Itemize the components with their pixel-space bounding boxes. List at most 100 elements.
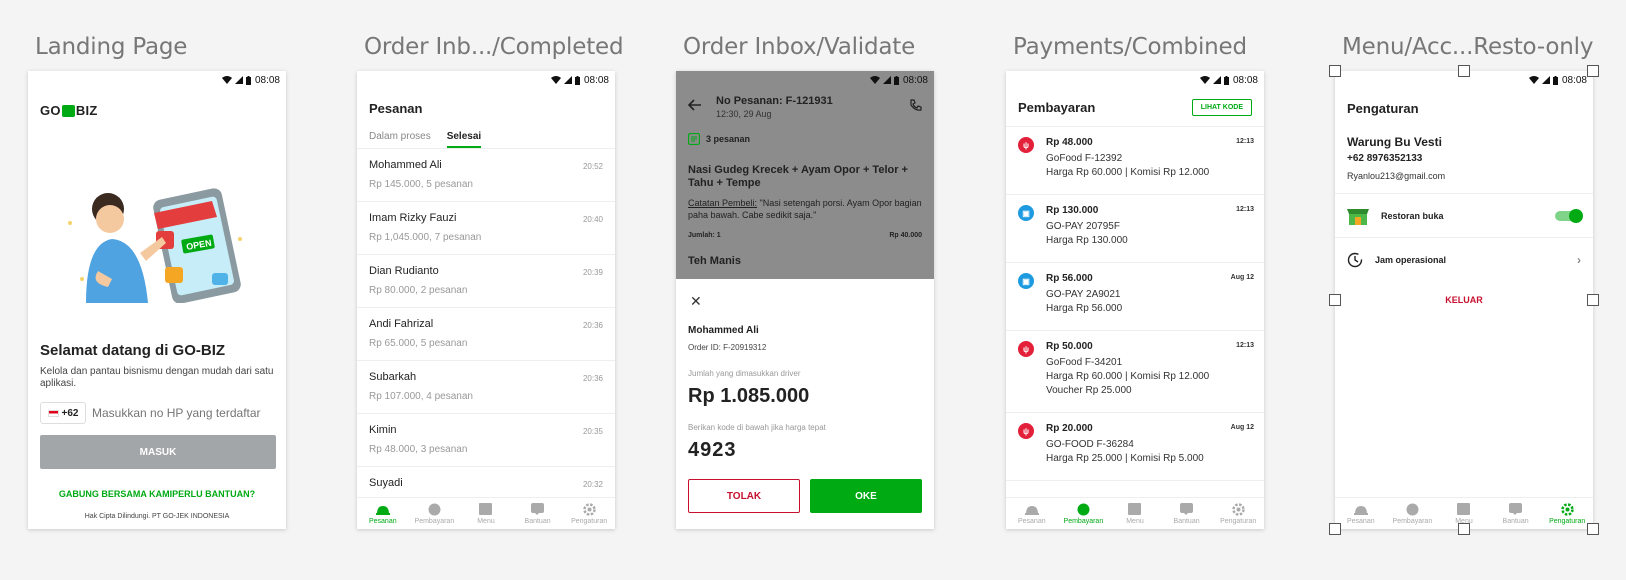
gofood-icon: ψ [1018,341,1034,357]
reject-button[interactable]: TOLAK [688,479,800,513]
payment-row[interactable]: ▣ Rp 130.000 GO-PAY 20795F Harga Rp 130.… [1006,195,1264,263]
artboard-landing: Landing Page 08:08 GO BIZ OPEN Selamat d… [28,33,286,529]
help-icon [1509,503,1523,516]
nav-help[interactable]: Bantuan [1161,498,1213,529]
order-detail: Rp 1,045.000, 7 pesanan [369,232,482,243]
menu-icon [1128,503,1142,516]
nav-payments[interactable]: Pembayaran [1058,498,1110,529]
nav-orders[interactable]: Pesanan [1006,498,1058,529]
order-row[interactable]: Imam Rizky Fauzi Rp 1,045.000, 7 pesanan… [357,202,615,255]
signal-icon [1212,76,1221,84]
ok-button[interactable]: OKE [810,479,922,513]
gobiz-logo: GO BIZ [40,103,98,118]
nav-help[interactable]: Bantuan [512,498,564,529]
order-detail: Rp 65.000, 5 pesanan [369,338,468,349]
order-customer: Kimin [369,424,397,436]
selection-handle[interactable] [1587,65,1599,77]
selection-handle[interactable] [1458,65,1470,77]
phone-icon[interactable] [909,99,922,112]
selection-handle[interactable] [1329,523,1341,535]
order-row[interactable]: Kimin Rp 48.000, 3 pesanan 20:35 [357,414,615,467]
welcome-heading: Selamat datang di GO-BIZ [40,342,226,359]
payment-amount: Rp 48.000 [1046,137,1093,148]
tab-in-progress[interactable]: Dalam proses [369,127,431,148]
nav-label: Pesanan [368,517,397,525]
artboard-order-inbox: Order Inb.../Completed 08:08 Pesanan Dal… [357,33,624,529]
payment-row[interactable]: ▣ Rp 56.000 GO-PAY 2A9021 Harga Rp 56.00… [1006,263,1264,331]
help-link[interactable]: PERLU BANTUAN? [172,489,255,499]
selection-handle[interactable] [1329,65,1341,77]
artboard-validate: Order Inbox/Validate 08:08 No Pesanan: F… [676,33,934,529]
status-time: 08:08 [902,74,928,86]
logo-text-right: BIZ [75,103,98,118]
back-arrow-icon[interactable] [688,99,702,111]
payment-row[interactable]: ψ Rp 48.000 GoFood F-12392 Harga Rp 60.0… [1006,127,1264,195]
operating-hours-row[interactable]: Jam operasional › [1335,237,1593,281]
order-row[interactable]: Mohammed Ali Rp 145.000, 5 pesanan 20:52 [357,149,615,202]
payment-line: Harga Rp 60.000 | Komisi Rp 12.000 [1046,167,1210,178]
order-header: No Pesanan: F-121931 12:30, 29 Aug [676,89,934,125]
order-time: 20:39 [582,268,603,277]
payment-amount: Rp 56.000 [1046,273,1093,284]
payment-row[interactable]: ψ Rp 50.000 GoFood F-34201 Harga Rp 60.0… [1006,331,1264,413]
nav-orders[interactable]: Pesanan [357,498,409,529]
status-bar: 08:08 [357,71,615,89]
nav-label: Pembayaran [414,517,455,525]
buyer-note: Catatan Pembeli: "Nasi setengah porsi. A… [688,197,922,221]
copyright-text: Hak Cipta Dilindungi. PT GO-JEK INDONESI… [84,513,230,520]
country-code-selector[interactable]: +62 [40,402,86,424]
order-detail-backdrop: 08:08 No Pesanan: F-121931 12:30, 29 Aug… [676,71,934,279]
bag-icon [61,104,75,117]
nav-menu[interactable]: Menu [1109,498,1161,529]
nav-help[interactable]: Bantuan [1490,498,1542,529]
tab-completed[interactable]: Selesai [446,127,482,148]
orders-icon [1024,503,1039,516]
order-count-label: 3 pesanan [706,134,751,144]
orders-icon [375,503,390,516]
help-icon [531,503,545,516]
selection-handle[interactable] [1587,523,1599,535]
login-button[interactable]: MASUK [40,435,276,469]
gear-icon [1231,502,1245,516]
view-code-button[interactable]: LIHAT KODE [1191,99,1252,116]
store-phone: +62 8976352133 [1347,153,1423,164]
selection-handle[interactable] [1329,294,1341,306]
nav-settings[interactable]: Pengaturan [1541,498,1593,529]
order-row[interactable]: Dian Rudianto Rp 80.000, 2 pesanan 20:39 [357,255,615,308]
order-row[interactable]: Andi Fahrizal Rp 65.000, 5 pesanan 20:36 [357,308,615,361]
payments-icon [1405,503,1419,516]
store-email: Ryanlou213@gmail.com [1347,171,1446,181]
nav-orders[interactable]: Pesanan [1335,498,1387,529]
selection-handle[interactable] [1587,294,1599,306]
country-code-label: +62 [61,407,79,419]
buyer-note-label: Catatan Pembeli: [688,198,758,208]
gopay-wallet-icon: ▣ [1018,273,1034,289]
payment-line: GO-PAY 2A9021 [1046,289,1121,300]
battery-icon [1223,75,1229,85]
operating-hours-label: Jam operasional [1375,254,1447,265]
nav-payments[interactable]: Pembayaran [409,498,461,529]
nav-settings[interactable]: Pengaturan [563,498,615,529]
artboard-settings: Menu/Acc...Resto-only 08:08 Pengaturan W… [1329,33,1599,535]
close-icon[interactable]: ✕ [690,293,702,310]
payment-row[interactable]: ψ Rp 20.000 GO-FOOD F-36284 Harga Rp 25.… [1006,413,1264,481]
nav-payments[interactable]: Pembayaran [1387,498,1439,529]
indonesia-flag-icon [47,409,59,417]
menu-icon [479,503,493,516]
validate-sheet: ✕ Mohammed Ali Order ID: F-20919312 Juml… [676,279,934,529]
artboard-title: Menu/Acc...Resto-only [1342,34,1594,60]
phone-number-input[interactable] [92,406,276,420]
help-icon [1180,503,1194,516]
restaurant-open-toggle[interactable] [1555,208,1583,223]
join-link[interactable]: GABUNG BERSAMA KAMI [59,489,172,499]
order-detail: Rp 145.000, 5 pesanan [369,179,473,190]
logout-button[interactable]: KELUAR [1335,295,1593,305]
nav-menu[interactable]: Menu [460,498,512,529]
order-row[interactable]: Subarkah Rp 107.000, 4 pesanan 20:36 [357,361,615,414]
selection-handle[interactable] [1458,523,1470,535]
payment-line: Harga Rp 60.000 | Komisi Rp 12.000 [1046,371,1210,382]
nav-settings[interactable]: Pengaturan [1212,498,1264,529]
nav-label: Bantuan [524,517,551,525]
payment-time: 12:13 [1236,206,1254,213]
order-time: 20:32 [582,480,603,489]
